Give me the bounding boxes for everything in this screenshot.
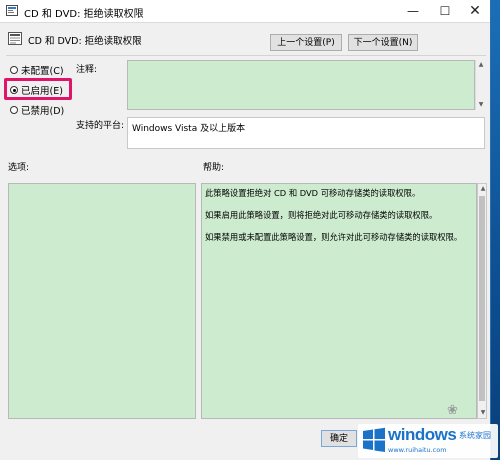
header-divider (6, 55, 486, 56)
policy-dialog: CD 和 DVD: 拒绝读取权限 — ☐ ✕ CD 和 DVD: 拒绝读取权限 … (0, 0, 491, 460)
watermark-url: www.ruihaitu.com (388, 446, 447, 454)
paw-watermark-icon: ❀ (447, 403, 458, 418)
options-panel (8, 183, 196, 419)
close-button[interactable]: ✕ (460, 0, 490, 22)
comment-textarea[interactable] (127, 60, 475, 110)
site-watermark: windows 系统家园 www.ruihaitu.com (358, 424, 498, 458)
watermark-brand: windows (388, 425, 457, 444)
comment-scroll-down-icon[interactable]: ▼ (476, 100, 486, 110)
platform-label: 支持的平台: (76, 121, 125, 131)
options-label: 选项: (8, 163, 30, 173)
windows-logo-icon (363, 427, 385, 452)
supported-platform-field: Windows Vista 及以上版本 (127, 117, 485, 149)
help-label: 帮助: (203, 163, 225, 173)
radio-not-configured-label: 未配置(C) (21, 66, 64, 77)
radio-not-configured[interactable]: 未配置(C) (10, 63, 64, 77)
maximize-button[interactable]: ☐ (430, 0, 460, 22)
ok-button[interactable]: 确定 (321, 430, 357, 447)
radio-disabled[interactable]: 已禁用(D) (10, 103, 64, 117)
enabled-highlight-box (4, 78, 72, 100)
comment-scrollbar[interactable]: ▲ ▼ (475, 60, 486, 110)
setting-icon (8, 32, 22, 45)
help-paragraph: 如果禁用或未配置此策略设置，则允许对此可移动存储类的读取权限。 (205, 232, 463, 242)
previous-setting-button[interactable]: 上一个设置(P) (270, 34, 342, 51)
window-title: CD 和 DVD: 拒绝读取权限 (24, 9, 144, 20)
help-scrollbar[interactable]: ▲ ▼ (477, 183, 487, 419)
watermark-suffix: 系统家园 (459, 431, 491, 440)
help-scroll-thumb[interactable] (479, 196, 485, 401)
radio-not-configured-indicator[interactable] (10, 66, 18, 74)
help-panel: 此策略设置拒绝对 CD 和 DVD 可移动存储类的读取权限。 如果启用此策略设置… (201, 183, 477, 419)
next-setting-button[interactable]: 下一个设置(N) (348, 34, 418, 51)
radio-disabled-indicator[interactable] (10, 106, 18, 114)
help-scroll-down-icon[interactable]: ▼ (478, 408, 488, 418)
title-bar[interactable]: CD 和 DVD: 拒绝读取权限 — ☐ ✕ (0, 0, 490, 23)
help-paragraph: 此策略设置拒绝对 CD 和 DVD 可移动存储类的读取权限。 (205, 188, 421, 198)
minimize-button[interactable]: — (398, 0, 428, 22)
radio-disabled-label: 已禁用(D) (21, 106, 65, 117)
help-scroll-up-icon[interactable]: ▲ (478, 184, 488, 194)
comment-scroll-up-icon[interactable]: ▲ (476, 60, 486, 70)
help-paragraph: 如果启用此策略设置，则将拒绝对此可移动存储类的读取权限。 (205, 210, 438, 220)
setting-title: CD 和 DVD: 拒绝读取权限 (28, 36, 142, 47)
policy-settings-icon (6, 5, 18, 16)
comment-label: 注释: (76, 65, 98, 75)
